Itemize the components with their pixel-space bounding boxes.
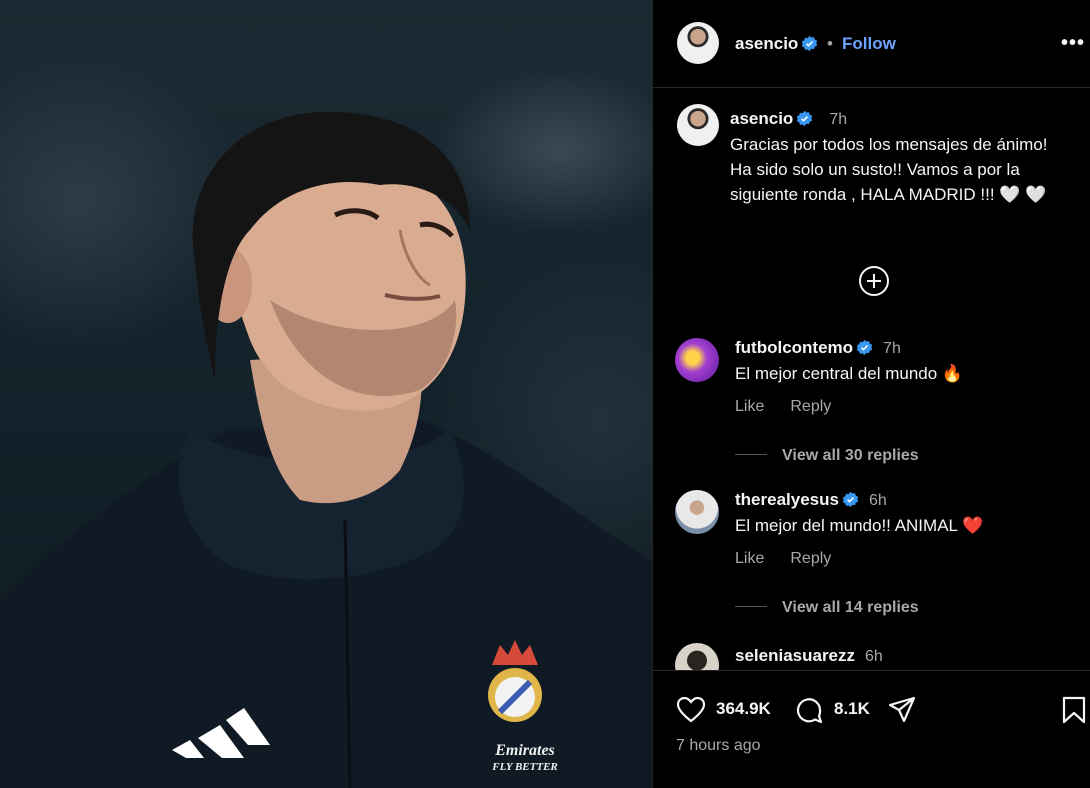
caption-username-text[interactable]: asencio <box>730 109 793 128</box>
view-replies-button[interactable]: View all 14 replies <box>735 599 919 617</box>
commenter-avatar[interactable] <box>675 643 719 670</box>
likes-count[interactable]: 364.9K <box>716 699 771 719</box>
separator-dot: • <box>827 34 833 53</box>
caption-username[interactable]: asencio <box>730 109 813 128</box>
comment-time: 6h <box>868 492 887 509</box>
comment-bubble-icon[interactable] <box>794 695 824 725</box>
commenter-username[interactable]: therealyesus <box>735 490 839 509</box>
sponsor-text: Emirates FLY BETTER <box>490 742 560 776</box>
comment-header: seleniasuarezz 6h <box>735 646 883 666</box>
post-caption: asencio 7h Gracias por todos los mensajes… <box>730 106 1070 207</box>
comment-item: seleniasuarezz 6h <box>653 643 1090 670</box>
caption-text: Gracias por todos los mensajes de ánimo!… <box>730 135 1048 204</box>
sponsor-line-2: FLY BETTER <box>492 761 558 773</box>
reply-button[interactable]: Reply <box>790 398 831 415</box>
author-username-text[interactable]: asencio <box>735 34 798 53</box>
view-replies-button[interactable]: View all 30 replies <box>735 447 919 465</box>
plus-circle-icon[interactable] <box>858 265 890 297</box>
commenter-avatar[interactable] <box>675 490 719 534</box>
caption-time: 7h <box>829 111 848 128</box>
comment-text: El mejor del mundo!! ANIMAL ❤️ <box>735 516 984 535</box>
commenter-username[interactable]: futbolcontemo <box>735 338 853 357</box>
more-options-icon[interactable]: ••• <box>1061 32 1085 55</box>
post-header: asencio • Follow ••• <box>653 0 1090 88</box>
comment-time: 7h <box>883 340 901 357</box>
like-comment-button[interactable]: Like <box>735 550 764 567</box>
reply-button[interactable]: Reply <box>790 550 831 567</box>
comment-header: therealyesus 6h <box>735 490 887 510</box>
verified-badge-icon <box>856 339 873 356</box>
commenter-avatar[interactable] <box>675 338 719 382</box>
comment-actions: Like Reply <box>735 398 857 416</box>
heart-icon[interactable] <box>676 695 706 725</box>
bookmark-icon[interactable] <box>1059 695 1089 725</box>
like-comment-button[interactable]: Like <box>735 398 764 415</box>
player-illustration <box>0 111 652 788</box>
author-avatar[interactable] <box>677 22 719 64</box>
follow-button[interactable]: Follow <box>842 34 896 54</box>
verified-badge-icon <box>797 110 813 127</box>
post-photo: Emirates FLY BETTER <box>0 0 652 788</box>
caption-author-avatar[interactable] <box>677 104 719 146</box>
post-side-panel: asencio • Follow ••• asencio 7h Gracias p… <box>652 0 1090 788</box>
posted-time: 7 hours ago <box>676 737 761 754</box>
verified-badge-icon <box>802 35 818 52</box>
comment-time: 6h <box>865 648 883 665</box>
author-username[interactable]: asencio <box>735 34 818 54</box>
comment-text: El mejor central del mundo 🔥 <box>735 364 964 383</box>
comments-count[interactable]: 8.1K <box>834 699 870 719</box>
sponsor-line-1: Emirates <box>495 742 555 759</box>
comment-header: futbolcontemo 7h <box>735 338 901 358</box>
paper-plane-icon[interactable] <box>887 695 917 725</box>
commenter-username[interactable]: seleniasuarezz <box>735 646 855 665</box>
post-action-bar: 364.9K 8.1K 7 hours ago <box>653 670 1090 788</box>
comment-actions: Like Reply <box>735 550 857 568</box>
verified-badge-icon <box>842 491 859 508</box>
